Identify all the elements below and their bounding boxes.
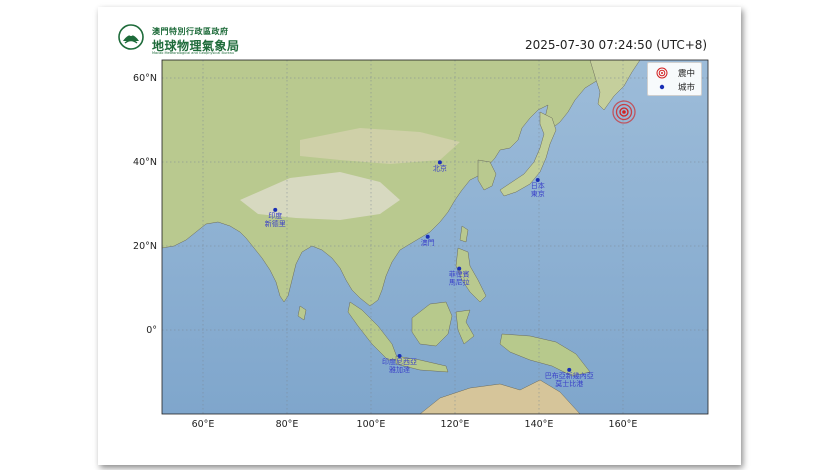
city-label-manila: 馬尼拉	[449, 278, 470, 287]
city-label-beijing: 北京	[433, 163, 447, 172]
city-label-tokyo: 日本	[531, 181, 545, 190]
map-legend: 震中 城市	[647, 62, 702, 96]
city-label-manila: 菲律賓	[449, 270, 470, 279]
epicenter-icon	[656, 67, 668, 79]
lon-label: 120°E	[441, 419, 470, 430]
city-label-tokyo: 東京	[531, 189, 545, 198]
lat-label: 60°N	[133, 73, 157, 84]
lat-label: 0°	[146, 325, 157, 336]
lon-labels: 60°E 80°E 100°E 120°E 140°E 160°E	[192, 419, 638, 430]
lat-label: 20°N	[133, 241, 157, 252]
city-label-port-moresby: 巴布亞新幾內亞	[545, 371, 594, 380]
city-label-port-moresby: 莫士比港	[555, 379, 583, 388]
city-label-macao: 澳門	[421, 238, 435, 247]
lat-label: 40°N	[133, 157, 157, 168]
city-label-new-delhi: 印度	[268, 211, 282, 220]
lon-label: 60°E	[192, 419, 215, 430]
legend-epicenter-label: 震中	[678, 69, 696, 79]
lon-label: 160°E	[609, 419, 638, 430]
epicenter-marker	[612, 100, 636, 124]
map-figure: 北京日本東京印度新德里澳門菲律賓馬尼拉印度尼西亞雅加達巴布亞新幾內亞莫士比港 6…	[133, 59, 709, 430]
city-label-jakarta: 雅加達	[389, 365, 410, 374]
lat-labels: 60°N 40°N 20°N 0°	[133, 73, 157, 336]
lon-label: 80°E	[276, 419, 299, 430]
legend-city: 城市	[648, 80, 701, 94]
legend-epicenter: 震中	[648, 66, 701, 80]
legend-city-label: 城市	[678, 83, 696, 93]
city-label-new-delhi: 新德里	[265, 219, 286, 228]
lon-label: 100°E	[357, 419, 386, 430]
lon-label: 140°E	[525, 419, 554, 430]
map-area: 北京日本東京印度新德里澳門菲律賓馬尼拉印度尼西亞雅加達巴布亞新幾內亞莫士比港	[162, 60, 708, 414]
city-label-jakarta: 印度尼西亞	[382, 357, 417, 366]
city-dot-icon	[659, 84, 665, 90]
